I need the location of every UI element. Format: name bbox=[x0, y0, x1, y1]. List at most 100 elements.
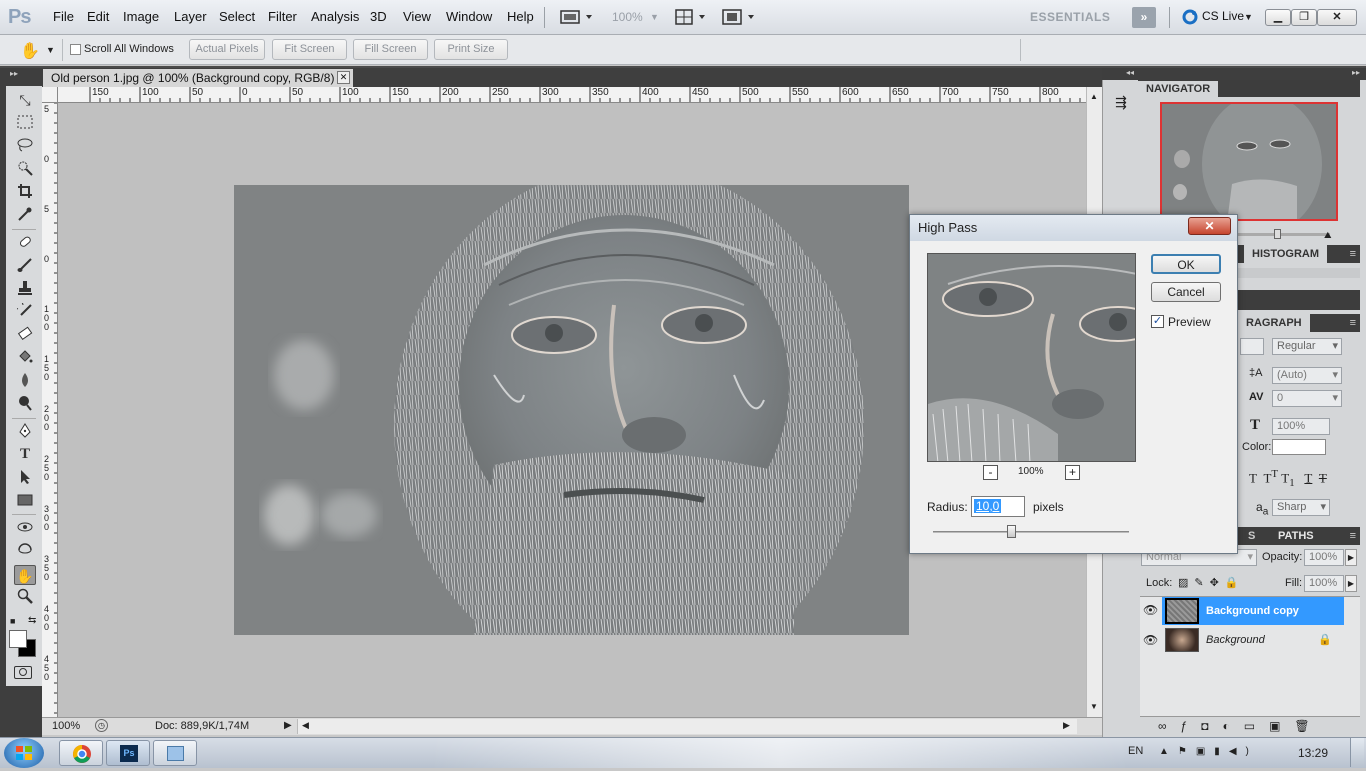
type-tool-icon[interactable]: T bbox=[14, 446, 36, 466]
taskbar-chrome[interactable] bbox=[59, 740, 103, 766]
navigator-thumbnail[interactable] bbox=[1160, 102, 1338, 221]
hand-tool-icon[interactable]: ✋ bbox=[14, 565, 36, 585]
text-color-swatch[interactable] bbox=[1272, 439, 1326, 455]
workspace-essentials[interactable]: ESSENTIALS bbox=[1030, 10, 1110, 24]
rectangle-tool-icon[interactable] bbox=[14, 492, 36, 512]
status-menu-arrow-icon[interactable]: ▶ bbox=[284, 720, 292, 731]
show-desktop-button[interactable] bbox=[1350, 738, 1364, 767]
preview-zoom-out-button[interactable]: - bbox=[983, 465, 998, 480]
dropdown-icon[interactable]: ▾ bbox=[1332, 339, 1338, 354]
dropdown-icon[interactable]: ▾ bbox=[1332, 391, 1338, 406]
menu-file[interactable]: File bbox=[53, 9, 74, 24]
document-image[interactable] bbox=[234, 185, 909, 635]
faux-styles-icons[interactable]: T TT T1 T T bbox=[1249, 468, 1327, 489]
menu-help[interactable]: Help bbox=[507, 9, 534, 24]
ok-button[interactable]: OK bbox=[1151, 254, 1221, 274]
eye-visibility-icon[interactable]: 👁 bbox=[1143, 633, 1158, 647]
dropdown-icon[interactable]: ▾ bbox=[1247, 550, 1253, 565]
scroll-left-icon[interactable]: ◀ bbox=[302, 720, 309, 731]
launch-bridge-icon[interactable] bbox=[560, 9, 596, 25]
lasso-tool-icon[interactable] bbox=[14, 137, 36, 157]
windows-start-button[interactable] bbox=[4, 738, 44, 768]
radius-slider-thumb[interactable] bbox=[1007, 525, 1017, 538]
tab-paths[interactable]: PATHS bbox=[1270, 527, 1322, 545]
dodge-tool-icon[interactable] bbox=[14, 395, 36, 415]
opacity-field[interactable]: 100% bbox=[1304, 549, 1344, 566]
tab-paragraph[interactable]: RAGRAPH bbox=[1238, 314, 1310, 332]
menu-analysis[interactable]: Analysis bbox=[311, 9, 359, 24]
filter-preview-pane[interactable] bbox=[927, 253, 1136, 462]
zoom-in-mountain-icon[interactable]: ⛰ bbox=[1324, 230, 1332, 241]
preview-zoom-in-button[interactable]: + bbox=[1065, 465, 1080, 480]
layers-footer-icons[interactable]: ∞ƒ◘◐▭▣🗑 bbox=[1140, 716, 1360, 736]
navigator-zoom-thumb[interactable] bbox=[1274, 229, 1281, 239]
font-style-field[interactable]: Regular ▾ bbox=[1272, 338, 1342, 355]
quick-mask-icon[interactable] bbox=[14, 666, 32, 679]
fit-screen-button[interactable]: Fit Screen bbox=[272, 39, 347, 60]
fill-slider-icon[interactable]: ▶ bbox=[1345, 575, 1357, 592]
panel-menu-icon[interactable]: ≡ bbox=[1350, 245, 1356, 263]
eyedropper-tool-icon[interactable] bbox=[14, 206, 36, 226]
collapse-toolbar-icon[interactable]: ▸▸ bbox=[10, 69, 18, 78]
clock[interactable]: 13:29 bbox=[1298, 746, 1328, 760]
lock-options-icons[interactable]: ▨✎✥🔒 bbox=[1178, 576, 1245, 589]
tab-histogram[interactable]: HISTOGRAM bbox=[1244, 245, 1328, 263]
tab-navigator[interactable]: NAVIGATOR bbox=[1138, 81, 1219, 98]
fill-screen-button[interactable]: Fill Screen bbox=[353, 39, 428, 60]
opacity-slider-icon[interactable]: ▶ bbox=[1345, 549, 1357, 566]
panel-menu-icon[interactable]: ≡ bbox=[1350, 314, 1356, 332]
crop-tool-icon[interactable] bbox=[14, 183, 36, 203]
print-size-button[interactable]: Print Size bbox=[434, 39, 508, 60]
tool-preset-dropdown-icon[interactable]: ▼ bbox=[46, 45, 55, 55]
antialias-field[interactable]: Sharp ▾ bbox=[1272, 499, 1330, 516]
radius-input[interactable]: 10,0 bbox=[971, 496, 1025, 517]
menu-edit[interactable]: Edit bbox=[87, 9, 109, 24]
3d-orbit-tool-icon[interactable] bbox=[14, 542, 36, 562]
default-colors-icon[interactable]: ■ bbox=[10, 616, 15, 626]
scroll-down-icon[interactable]: ▼ bbox=[1090, 702, 1098, 711]
menu-view[interactable]: View bbox=[403, 9, 431, 24]
swap-colors-icon[interactable]: ⇆ bbox=[28, 615, 36, 626]
actual-pixels-button[interactable]: Actual Pixels bbox=[189, 39, 265, 60]
leading-field[interactable]: (Auto) ▾ bbox=[1272, 367, 1342, 384]
minimize-button[interactable]: ▁ bbox=[1265, 9, 1291, 26]
vertical-scale-field[interactable]: 100% bbox=[1272, 418, 1330, 435]
marquee-tool-icon[interactable] bbox=[14, 114, 36, 134]
menu-select[interactable]: Select bbox=[219, 9, 255, 24]
taskbar-photoshop[interactable]: Ps bbox=[106, 740, 150, 766]
clone-stamp-tool-icon[interactable] bbox=[14, 280, 36, 300]
cs-live-icon[interactable] bbox=[1182, 9, 1198, 25]
radius-slider-track[interactable] bbox=[933, 531, 1129, 533]
menu-window[interactable]: Window bbox=[446, 9, 492, 24]
close-document-icon[interactable]: ✕ bbox=[337, 71, 350, 84]
input-language[interactable]: EN bbox=[1128, 745, 1143, 757]
menu-3d[interactable]: 3D bbox=[370, 9, 387, 24]
dropdown-icon[interactable]: ▾ bbox=[1320, 500, 1326, 515]
zoom-tool-icon[interactable] bbox=[14, 588, 36, 608]
paint-bucket-tool-icon[interactable] bbox=[14, 349, 36, 369]
blur-tool-icon[interactable] bbox=[14, 372, 36, 392]
restore-button[interactable]: ❐ bbox=[1291, 9, 1317, 26]
preview-checkbox[interactable]: ✓ bbox=[1151, 315, 1164, 328]
history-panel-icon[interactable]: ⇶ bbox=[1111, 94, 1131, 116]
cs-live-button[interactable]: CS Live bbox=[1202, 9, 1244, 23]
eye-visibility-icon[interactable]: 👁 bbox=[1143, 603, 1158, 617]
history-brush-tool-icon[interactable] bbox=[14, 300, 36, 323]
ruler-origin[interactable] bbox=[42, 87, 58, 103]
horizontal-scrollbar[interactable]: ◀ ▶ bbox=[297, 719, 1077, 734]
fill-field[interactable]: 100% bbox=[1304, 575, 1344, 592]
hand-tool-preset-icon[interactable]: ✋ bbox=[20, 41, 40, 60]
font-family-field[interactable] bbox=[1240, 338, 1264, 355]
scroll-all-windows-checkbox[interactable] bbox=[70, 44, 81, 55]
scroll-right-icon[interactable]: ▶ bbox=[1063, 720, 1070, 731]
cs-live-dropdown-icon[interactable]: ▼ bbox=[1244, 12, 1253, 22]
brush-tool-icon[interactable] bbox=[14, 257, 36, 277]
zoom-dropdown-icon[interactable]: ▼ bbox=[650, 12, 659, 22]
arrange-documents-icon[interactable] bbox=[675, 9, 711, 25]
expand-panels-icon[interactable]: ▸▸ bbox=[1352, 68, 1360, 77]
screen-mode-icon[interactable] bbox=[722, 9, 758, 25]
status-info-icon[interactable]: ◷ bbox=[95, 719, 108, 732]
collapse-iconic-panels-icon[interactable]: ◂◂ bbox=[1126, 68, 1134, 77]
move-tool-icon[interactable]: ⤡ bbox=[14, 90, 36, 110]
menu-layer[interactable]: Layer bbox=[174, 9, 207, 24]
